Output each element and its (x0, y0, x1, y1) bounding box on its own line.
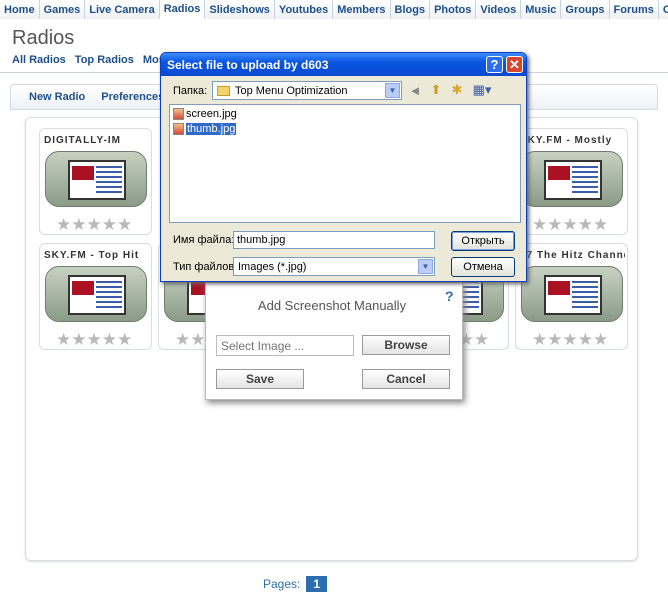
add-screenshot-dialog: ? Add Screenshot Manually Browse Save Ca… (205, 282, 463, 400)
tab-groups[interactable]: Groups (561, 0, 610, 19)
tab-members[interactable]: Members (333, 0, 391, 19)
file-name: thumb.jpg (186, 123, 237, 135)
subnav-top-radios[interactable]: Top Radios (75, 54, 134, 66)
dialog-toolbar: ◄ ⬆ ✱ ▦▾ (407, 82, 494, 98)
file-item-screen[interactable]: screen.jpg (173, 108, 237, 120)
cancel-button[interactable]: Отмена (451, 257, 515, 277)
radio-thumbnail[interactable] (521, 151, 623, 207)
file-item-thumb[interactable]: thumb.jpg (173, 123, 237, 135)
subnav-all-radios[interactable]: All Radios (12, 54, 66, 66)
rating-stars[interactable]: ★★★★★ (56, 331, 132, 348)
new-folder-icon[interactable]: ✱ (449, 82, 465, 98)
radio-card[interactable]: DIGITALLY-IM ★★★★★ (39, 128, 152, 235)
radio-title[interactable]: SKY.FM - Top Hit (44, 250, 149, 261)
tab-videos[interactable]: Videos (476, 0, 522, 19)
filename-label: Имя файла: (173, 234, 235, 246)
radio-title[interactable]: SKY.FM - Mostly (520, 135, 625, 146)
new-radio-link[interactable]: New Radio (29, 91, 85, 103)
page-title: Radios (12, 27, 75, 49)
top-nav: Home Games Live Camera Radios Slideshows… (0, 0, 668, 19)
browse-button[interactable]: Browse (362, 335, 450, 355)
file-list[interactable]: screen.jpg thumb.jpg (169, 104, 521, 223)
tab-radios[interactable]: Radios (159, 0, 206, 19)
folder-value: Top Menu Optimization (235, 84, 348, 97)
radio-thumbnail[interactable] (45, 151, 147, 207)
tab-slideshows[interactable]: Slideshows (205, 0, 275, 19)
filetype-value: Images (*.jpg) (238, 260, 307, 273)
save-button[interactable]: Save (216, 369, 304, 389)
folder-select[interactable]: Top Menu Optimization ▼ (212, 81, 402, 100)
view-menu-icon[interactable]: ▦▾ (470, 82, 494, 98)
radio-thumbnail[interactable] (45, 266, 147, 322)
pager: Pages: 1 (263, 576, 328, 592)
close-button[interactable]: ✕ (506, 56, 523, 73)
dialog-title: Add Screenshot Manually (257, 298, 407, 313)
file-name: screen.jpg (186, 108, 237, 120)
radio-card[interactable]: SKY.FM - Mostly ★★★★★ (515, 128, 628, 235)
pager-label: Pages: (263, 577, 301, 591)
rating-stars[interactable]: ★★★★★ (532, 216, 608, 233)
tab-games[interactable]: Games (39, 0, 86, 19)
file-upload-dialog: Select file to upload by d603 ? ✕ Папка:… (160, 52, 527, 282)
filetype-select[interactable]: Images (*.jpg) ▼ (233, 257, 435, 276)
chevron-down-icon[interactable]: ▼ (385, 83, 400, 98)
sub-nav: All Radios Top Radios Most (12, 54, 169, 66)
radio-title[interactable]: 77 The Hitz Channel (520, 250, 625, 261)
radio-card[interactable]: SKY.FM - Top Hit ★★★★★ (39, 243, 152, 350)
folder-icon (217, 85, 230, 96)
chevron-down-icon[interactable]: ▼ (418, 259, 433, 274)
tab-photos[interactable]: Photos (430, 0, 477, 19)
tab-chat[interactable]: Chat (658, 0, 668, 19)
tab-home[interactable]: Home (0, 0, 40, 19)
image-file-icon (173, 108, 184, 120)
preferences-link[interactable]: Preferences (101, 91, 164, 103)
radio-card[interactable]: 77 The Hitz Channel ★★★★★ (515, 243, 628, 350)
filename-input[interactable]: thumb.jpg (233, 231, 435, 249)
tab-youtubes[interactable]: Youtubes (274, 0, 334, 19)
folder-label: Папка: (173, 85, 208, 97)
cancel-button[interactable]: Cancel (362, 369, 450, 389)
rating-stars[interactable]: ★★★★★ (56, 216, 132, 233)
help-button[interactable]: ? (486, 56, 503, 73)
tab-music[interactable]: Music (521, 0, 562, 19)
tab-live-camera[interactable]: Live Camera (85, 0, 160, 19)
back-icon[interactable]: ◄ (407, 82, 423, 98)
open-button[interactable]: Открыть (451, 231, 515, 251)
tab-blogs[interactable]: Blogs (390, 0, 431, 19)
radio-thumbnail[interactable] (521, 266, 623, 322)
dialog-titlebar[interactable]: Select file to upload by d603 ? ✕ (161, 53, 526, 76)
radio-title[interactable]: DIGITALLY-IM (44, 135, 149, 146)
tab-forums[interactable]: Forums (609, 0, 659, 19)
image-file-icon (173, 123, 184, 135)
filetype-label: Тип файлов: (173, 261, 238, 273)
page-number-button[interactable]: 1 (306, 576, 328, 592)
dialog-title: Select file to upload by d603 (167, 58, 329, 72)
select-image-input[interactable] (216, 335, 354, 356)
up-folder-icon[interactable]: ⬆ (428, 82, 444, 98)
rating-stars[interactable]: ★★★★★ (532, 331, 608, 348)
